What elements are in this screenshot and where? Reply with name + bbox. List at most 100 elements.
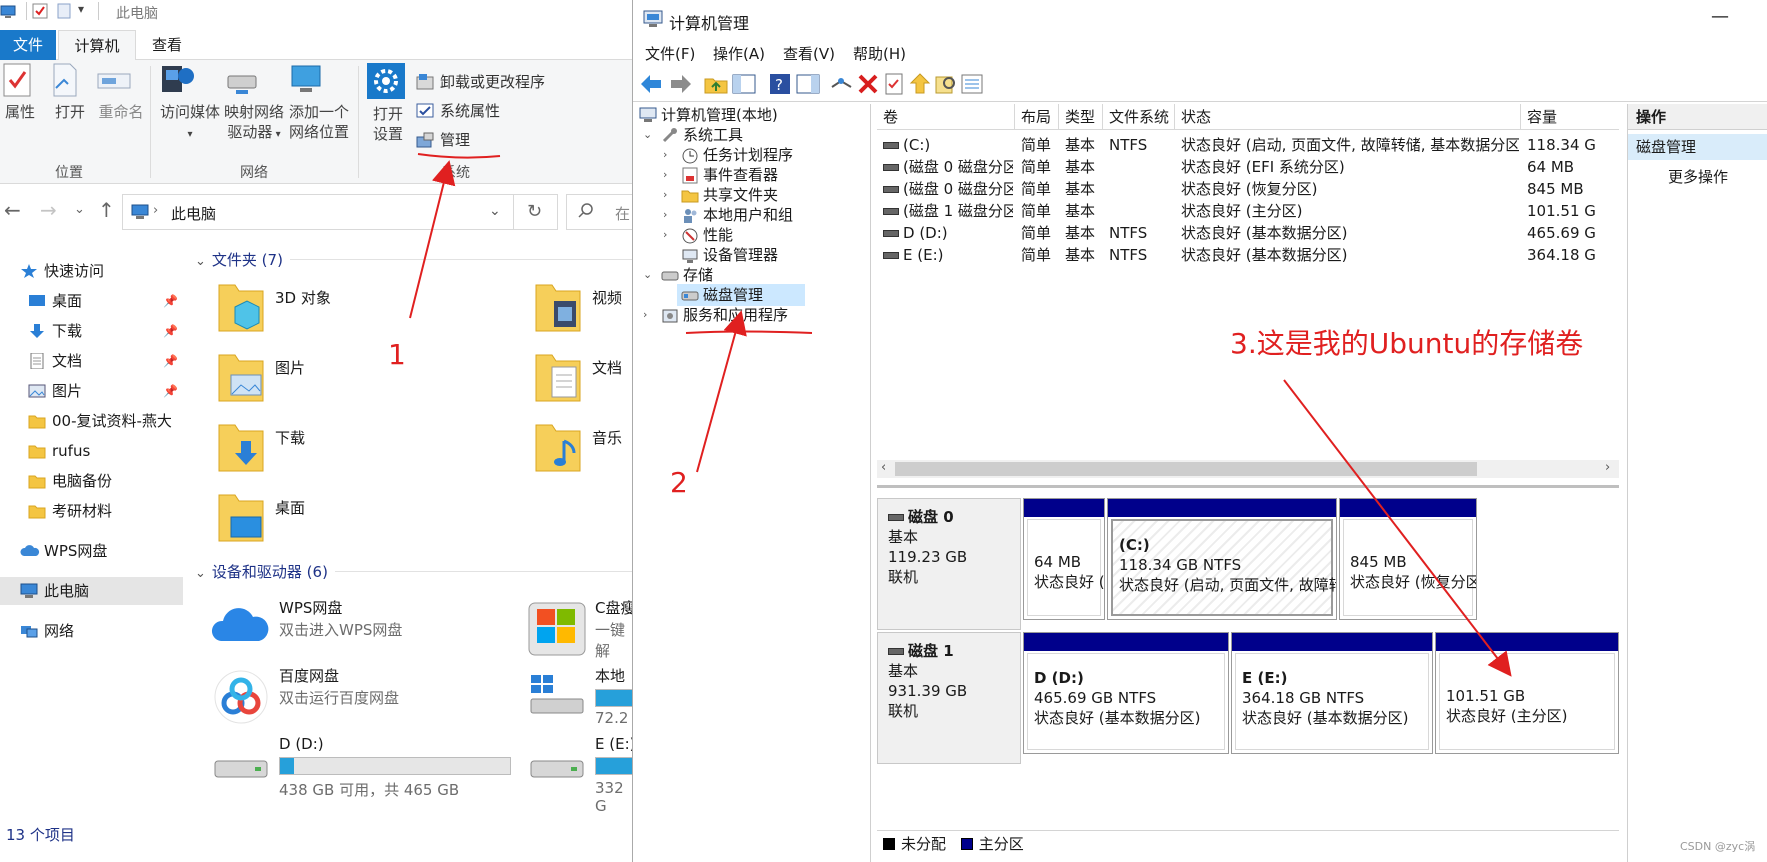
partition-disk0-c[interactable]: (C:) 118.34 GB NTFS 状态良好 (启动, 页面文件, 故障转储…	[1107, 498, 1337, 620]
chevron-right-icon[interactable]: ›	[663, 144, 667, 166]
connect-icon[interactable]	[829, 71, 855, 97]
action-more[interactable]: 更多操作	[1668, 164, 1728, 190]
show-tree-icon[interactable]	[731, 71, 757, 97]
disk-0-label[interactable]: 磁盘 0 基本 119.23 GB 联机	[877, 498, 1021, 630]
menu-action[interactable]: 操作(A)	[713, 43, 765, 64]
tab-view[interactable]: 查看	[152, 30, 192, 60]
pin-icon[interactable]: 📌	[163, 347, 178, 375]
column-header-status[interactable]: 状态	[1175, 104, 1521, 130]
show-action-pane-icon[interactable]	[795, 71, 821, 97]
device-baidu[interactable]: 百度网盘 双击运行百度网盘	[211, 665, 531, 731]
folder-videos[interactable]: 视频	[534, 279, 632, 339]
rename-button[interactable]: 重命名	[96, 62, 146, 122]
nav-folder-kaoyan[interactable]: 考研材料	[0, 497, 183, 525]
up-arrow-icon[interactable]	[907, 71, 933, 97]
up-arrow-icon[interactable]: ↑	[98, 198, 115, 222]
address-input[interactable]: › 此电脑 ⌄	[122, 194, 514, 230]
device-local-disk-c[interactable]: 本地磁 72.2	[527, 665, 632, 731]
chevron-down-icon[interactable]: ⌄	[643, 264, 652, 286]
map-drive-button[interactable]: 映射网络 驱动器 ▾	[222, 62, 286, 145]
delete-icon[interactable]	[855, 71, 881, 97]
minimize-button[interactable]: —	[1711, 6, 1729, 27]
nav-desktop[interactable]: 桌面 📌	[0, 287, 183, 315]
nav-this-pc[interactable]: 此电脑	[0, 577, 183, 605]
address-dropdown-icon[interactable]: ⌄	[489, 203, 501, 219]
nav-pictures[interactable]: 图片 📌	[0, 377, 183, 405]
devices-section-header[interactable]: ⌄ 设备和驱动器 (6)	[195, 561, 328, 582]
properties-button[interactable]: 属性	[2, 62, 38, 122]
forward-arrow-icon[interactable]: →	[40, 198, 57, 222]
volume-row[interactable]: (磁盘 0 磁盘分区 1) 简单基本 状态良好 (EFI 系统分区) 64 MB	[877, 156, 1619, 178]
device-e-drive[interactable]: E (E:) 332 G	[527, 735, 632, 815]
menu-help[interactable]: 帮助(H)	[853, 43, 906, 64]
chevron-right-icon[interactable]: ›	[663, 224, 667, 246]
system-properties-button[interactable]: 系统属性	[416, 99, 500, 123]
folder-3d-objects[interactable]: 3D 对象	[217, 279, 517, 339]
device-wps[interactable]: WPS网盘 双击进入WPS网盘	[211, 597, 531, 663]
partition-disk1-e[interactable]: E (E:) 364.18 GB NTFS 状态良好 (基本数据分区)	[1231, 632, 1433, 754]
folder-music[interactable]: 音乐	[534, 419, 632, 479]
volume-row[interactable]: (磁盘 0 磁盘分区 4) 简单基本 状态良好 (恢复分区) 845 MB	[877, 178, 1619, 200]
chevron-down-icon[interactable]: ⌄	[643, 124, 652, 146]
new-folder-quick-icon[interactable]	[56, 3, 72, 19]
column-header-capacity[interactable]: 容量	[1521, 104, 1619, 130]
nav-downloads[interactable]: 下载 📌	[0, 317, 183, 345]
column-header-type[interactable]: 类型	[1059, 104, 1103, 130]
chevron-right-icon[interactable]: ›	[643, 304, 647, 326]
scroll-left-icon[interactable]: ‹	[881, 460, 886, 475]
manage-button[interactable]: 管理	[416, 128, 470, 152]
back-arrow-icon[interactable]	[639, 71, 665, 97]
search-input[interactable]: 在	[566, 194, 632, 230]
folder-pictures[interactable]: 图片	[217, 349, 517, 409]
find-icon[interactable]	[933, 71, 959, 97]
partition-disk1-ubuntu[interactable]: 101.51 GB 状态良好 (主分区)	[1435, 632, 1619, 754]
up-folder-icon[interactable]	[703, 71, 729, 97]
open-settings-button[interactable]: 打开 设置	[366, 62, 410, 144]
folders-section-header[interactable]: ⌄ 文件夹 (7)	[195, 249, 283, 270]
quick-access-dropdown-icon[interactable]: ▾	[78, 2, 84, 16]
checklist-icon[interactable]	[881, 71, 907, 97]
pin-icon[interactable]: 📌	[163, 377, 178, 405]
nav-folder-rufus[interactable]: rufus	[0, 437, 183, 465]
nav-wps[interactable]: WPS网盘	[0, 537, 183, 565]
volume-row[interactable]: (磁盘 1 磁盘分区 4) 简单基本 状态良好 (主分区) 101.51 G	[877, 200, 1619, 222]
recent-locations-chevron-icon[interactable]: ⌄	[74, 202, 85, 217]
menu-view[interactable]: 查看(V)	[783, 43, 835, 64]
action-disk-management[interactable]: 磁盘管理	[1628, 134, 1767, 160]
folder-downloads[interactable]: 下载	[217, 419, 517, 479]
uninstall-button[interactable]: 卸载或更改程序	[416, 70, 545, 94]
forward-arrow-icon[interactable]	[667, 71, 693, 97]
disk-1-label[interactable]: 磁盘 1 基本 931.39 GB 联机	[877, 632, 1021, 764]
tab-file[interactable]: 文件	[0, 30, 56, 60]
tab-computer[interactable]: 计算机	[58, 30, 136, 61]
folder-desktop[interactable]: 桌面	[217, 489, 517, 549]
volume-row[interactable]: D (D:) 简单 基本 NTFS 状态良好 (基本数据分区) 465.69 G	[877, 222, 1619, 244]
access-media-button[interactable]: 访问媒体 ▾	[158, 62, 222, 145]
chevron-right-icon[interactable]: ›	[663, 164, 667, 186]
folder-documents[interactable]: 文档	[534, 349, 632, 409]
nav-folder-fuxi[interactable]: 00-复试资料-燕大	[0, 407, 183, 435]
nav-quick-access[interactable]: 快速访问	[0, 257, 183, 285]
column-header-layout[interactable]: 布局	[1015, 104, 1059, 130]
tree-disk-management[interactable]: 磁盘管理	[677, 284, 805, 306]
add-network-location-button[interactable]: 添加一个 网络位置	[286, 62, 352, 142]
pin-icon[interactable]: 📌	[163, 287, 178, 315]
partition-disk0-efi[interactable]: 64 MB 状态良好 (E	[1023, 498, 1105, 620]
device-cdrive-cleaner[interactable]: C盘瘦 一键解	[527, 597, 632, 663]
horizontal-scrollbar[interactable]: ‹ ›	[877, 460, 1619, 478]
properties-quick-icon[interactable]	[32, 3, 48, 19]
menu-file[interactable]: 文件(F)	[645, 43, 695, 64]
refresh-button[interactable]: ↻	[514, 194, 558, 230]
device-d-drive[interactable]: D (D:) 438 GB 可用，共 465 GB	[211, 735, 531, 801]
nav-folder-backup[interactable]: 电脑备份	[0, 467, 183, 495]
open-button[interactable]: 打开	[50, 62, 90, 122]
volume-row[interactable]: (C:) 简单 基本 NTFS 状态良好 (启动, 页面文件, 故障转储, 基本数据分区…	[877, 134, 1619, 156]
nav-network[interactable]: 网络	[0, 617, 183, 645]
volume-row[interactable]: E (E:) 简单 基本 NTFS 状态良好 (基本数据分区) 364.18 G	[877, 244, 1619, 266]
properties-list-icon[interactable]	[959, 71, 985, 97]
column-header-filesystem[interactable]: 文件系统	[1103, 104, 1175, 130]
help-icon[interactable]: ?	[767, 71, 793, 97]
pin-icon[interactable]: 📌	[163, 317, 178, 345]
scrollbar-thumb[interactable]	[895, 462, 1477, 476]
partition-disk0-recovery[interactable]: 845 MB 状态良好 (恢复分区)	[1339, 498, 1477, 620]
